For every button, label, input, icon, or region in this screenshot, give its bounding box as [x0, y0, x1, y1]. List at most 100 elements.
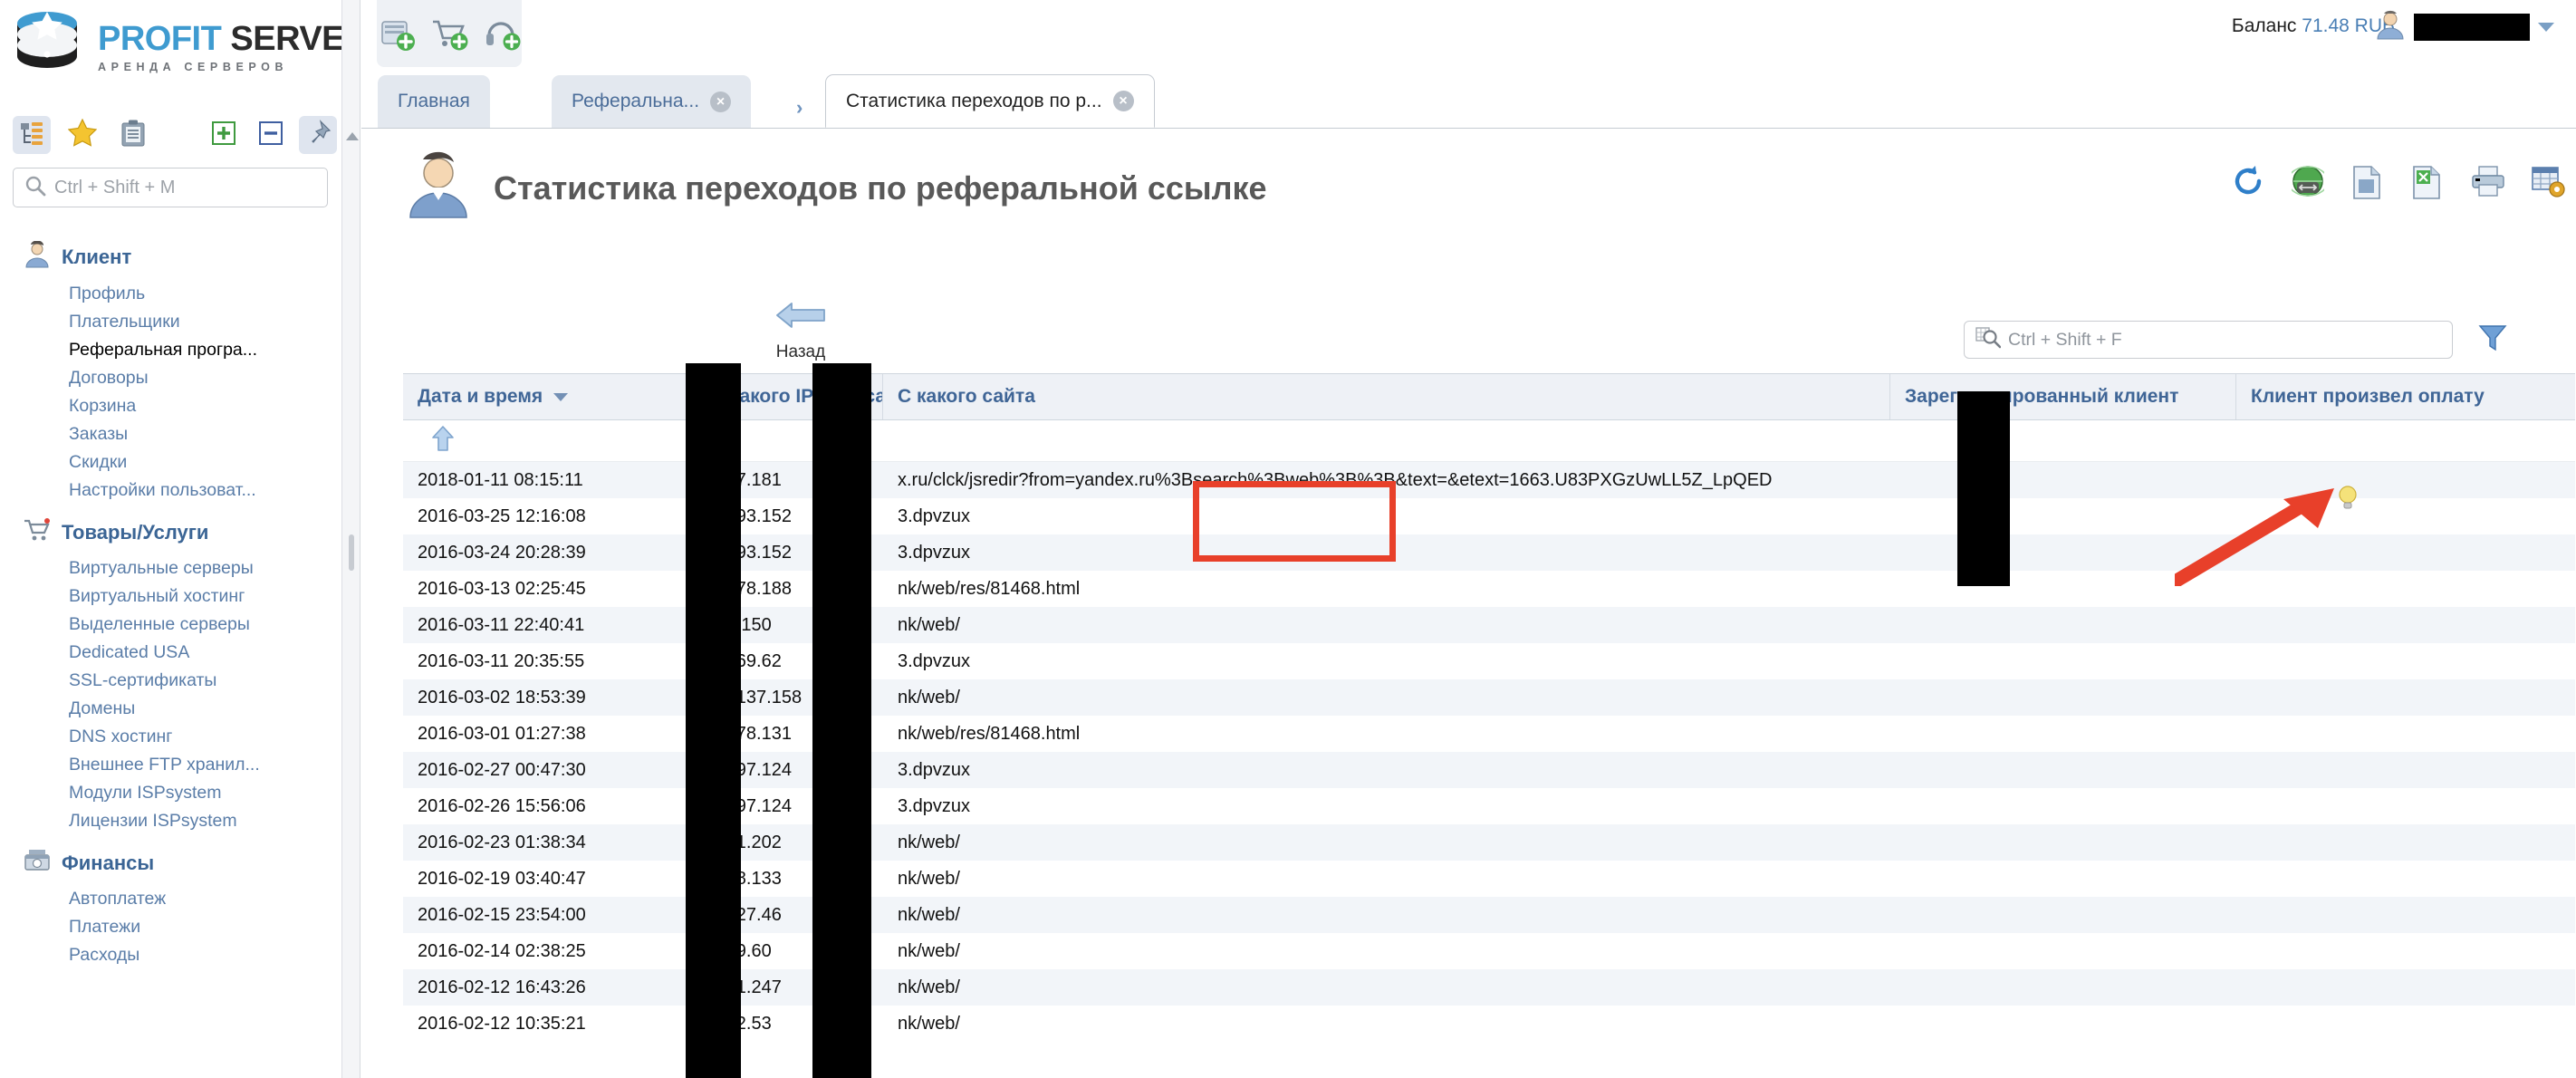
table-cell-date: 2016-02-23 01:38:34: [418, 833, 586, 852]
table-cell-registered: [1890, 824, 2236, 861]
tab-label: Реферальна...: [572, 91, 700, 111]
expand-all-button[interactable]: [205, 116, 243, 154]
table-cell-paid: [2236, 716, 2575, 752]
table-cell-site: nk/web/: [898, 688, 960, 707]
sidebar-item[interactable]: DNS хостинг: [0, 723, 326, 751]
sidebar-item[interactable]: SSL-сертификаты: [0, 667, 326, 695]
sort-descending-icon[interactable]: [553, 392, 569, 401]
table-cell-paid: [2236, 897, 2575, 933]
account-menu[interactable]: [2375, 9, 2554, 44]
table-cell-paid: [2236, 861, 2575, 897]
table-settings-button[interactable]: [2531, 165, 2567, 201]
balance-display[interactable]: Баланс 71.48 RUB: [2232, 15, 2395, 37]
sidebar-item[interactable]: Реферальная програ...: [0, 336, 326, 364]
brand-logo[interactable]: PROFIT SERVER АРЕНДА СЕРВЕРОВ: [16, 11, 341, 78]
table-cell-site: nk/web/res/81468.html: [898, 579, 1081, 599]
collapse-all-button[interactable]: [252, 116, 290, 154]
sidebar-item[interactable]: Расходы: [0, 941, 326, 969]
open-in-browser-button[interactable]: [2287, 165, 2329, 201]
sidebar-search-input[interactable]: Ctrl + Shift + M: [13, 168, 328, 207]
table-cell-registered: [1890, 643, 2236, 679]
sidebar-group-3[interactable]: Финансы: [0, 841, 341, 885]
scroll-up-icon[interactable]: [346, 132, 359, 140]
cart-button[interactable]: [429, 14, 469, 53]
sidebar-item[interactable]: Автоплатеж: [0, 885, 326, 913]
table-column-header-site[interactable]: С какого сайта: [883, 374, 1890, 419]
sidebar-item[interactable]: Заказы: [0, 420, 326, 448]
table-cell-date: 2016-03-13 02:25:45: [418, 579, 586, 599]
table-cell-registered: [1890, 933, 2236, 969]
filter-search-input[interactable]: Ctrl + Shift + F: [1964, 321, 2453, 359]
sidebar-item[interactable]: Домены: [0, 695, 326, 723]
support-button[interactable]: [482, 14, 522, 53]
export-excel-button[interactable]: [2411, 165, 2447, 201]
sidebar-item[interactable]: Профиль: [0, 280, 326, 308]
tab-bar: Главная Реферальна... × › Статистика пер…: [361, 72, 2576, 129]
table-cell-date: 2016-02-19 03:40:47: [418, 869, 586, 889]
table-cell-site: nk/web/: [898, 833, 960, 852]
upload-arrow-icon[interactable]: [430, 423, 461, 458]
table-cell-registered: [1890, 607, 2236, 643]
funnel-filter-icon: [2478, 323, 2507, 357]
table-column-header-paid[interactable]: Клиент произвел оплату: [2236, 374, 2575, 419]
table-column-header-registered[interactable]: Зарегистрированный клиент: [1890, 374, 2236, 419]
sidebar-item[interactable]: Плательщики: [0, 308, 326, 336]
copy-button[interactable]: [2351, 165, 2388, 201]
table-cell-registered: [1890, 679, 2236, 716]
sidebar-item[interactable]: Скидки: [0, 448, 326, 476]
table-cell-date: 2016-02-12 16:43:26: [418, 977, 586, 997]
sidebar-item[interactable]: Виртуальные серверы: [0, 554, 326, 582]
sidebar-item[interactable]: Виртуальный хостинг: [0, 582, 326, 611]
table-cell-site: nk/web/res/81468.html: [898, 724, 1081, 744]
sidebar-group-label: Товары/Услуги: [62, 520, 209, 544]
print-button[interactable]: [2471, 165, 2507, 201]
table-cell-paid: [2236, 1006, 2575, 1042]
user-avatar-icon: [2375, 9, 2406, 44]
table-cell-registered: [1890, 752, 2236, 788]
brand-wordmark: PROFIT SERVER АРЕНДА СЕРВЕРОВ: [98, 16, 341, 73]
column-label: Дата и время: [418, 386, 543, 407]
menu-tree-button[interactable]: [13, 116, 51, 154]
annotation-highlight-rect: [1193, 481, 1396, 562]
finance-icon: [24, 848, 51, 878]
sidebar-splitter-scrollbar[interactable]: [342, 0, 360, 1078]
back-button[interactable]: Назад: [760, 297, 841, 362]
sidebar-item[interactable]: Лицензии ISPsystem: [0, 807, 326, 835]
pin-menu-button[interactable]: [299, 116, 337, 154]
sidebar-item[interactable]: Корзина: [0, 392, 326, 420]
table-cell-paid: [2236, 752, 2575, 788]
chevron-down-icon[interactable]: [2538, 22, 2554, 32]
sidebar-item[interactable]: Модули ISPsystem: [0, 779, 326, 807]
sidebar-item[interactable]: Внешнее FTP хранил...: [0, 751, 326, 779]
table-cell-site: 3.dpvzux: [898, 760, 971, 780]
tab-referalnaya[interactable]: Реферальна... ×: [552, 75, 752, 128]
tasks-button[interactable]: [114, 116, 152, 154]
sidebar-item[interactable]: Выделенные серверы: [0, 611, 326, 639]
sidebar-item[interactable]: Dedicated USA: [0, 639, 326, 667]
funnel-filter-button[interactable]: [2475, 321, 2511, 359]
splitter-grip[interactable]: [349, 534, 354, 571]
column-label: С какого сайта: [898, 386, 1035, 407]
tab-statistika[interactable]: Статистика переходов по р... ×: [825, 74, 1155, 128]
add-service-button[interactable]: [377, 14, 417, 53]
refresh-button[interactable]: [2232, 165, 2268, 201]
table-cell-site: nk/web/: [898, 615, 960, 635]
sidebar-group-1[interactable]: Клиент: [0, 234, 341, 280]
expand-plus-icon: [211, 120, 236, 150]
table-cell-date: 2016-03-11 22:40:41: [418, 615, 585, 635]
tab-glavnaya[interactable]: Главная: [378, 75, 490, 128]
redaction-block-site: [812, 363, 871, 1078]
table-cell-site: 3.dpvzux: [898, 651, 971, 671]
close-icon[interactable]: ×: [1112, 91, 1134, 111]
back-button-label: Назад: [775, 342, 826, 361]
sidebar-item[interactable]: Настройки пользоват...: [0, 476, 326, 505]
table-column-header-date[interactable]: Дата и время: [403, 374, 697, 419]
close-icon[interactable]: ×: [710, 91, 732, 112]
table-cell-site: nk/web/: [898, 941, 960, 961]
pin-icon: [304, 119, 332, 151]
sidebar-item[interactable]: Платежи: [0, 913, 326, 941]
tab-separator: ›: [796, 96, 803, 119]
sidebar-item[interactable]: Договоры: [0, 364, 326, 392]
favorites-button[interactable]: [63, 116, 101, 154]
sidebar-group-2[interactable]: Товары/Услуги: [0, 510, 341, 554]
